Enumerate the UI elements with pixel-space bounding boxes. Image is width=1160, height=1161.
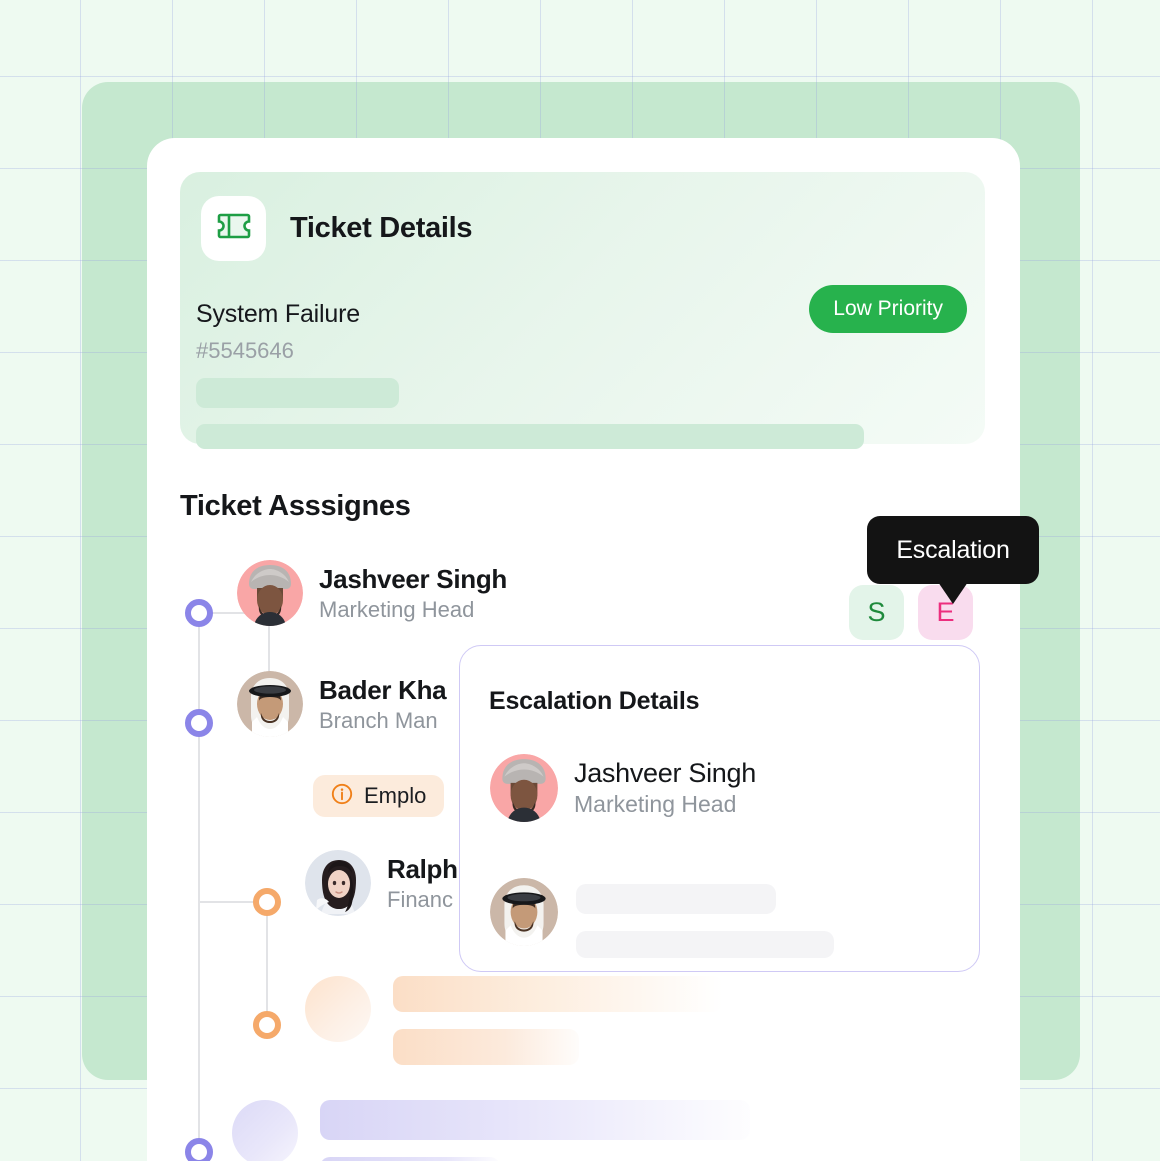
ticket-summary-block: Ticket Details System Failure #5545646 L… [180,172,985,449]
skeleton-avatar [232,1100,298,1161]
skeleton-bar [393,1029,579,1065]
ticket-skeleton-bar [196,424,864,449]
escalation-person-name: Jashveer Singh [574,758,756,788]
page-title: Ticket Details [290,212,473,244]
info-circle-icon [331,783,353,810]
skeleton-bar [320,1157,500,1161]
assignee-info: Jashveer Singh Marketing Head [319,564,507,623]
tooltip-label: Escalation [896,535,1010,564]
assignee-row[interactable]: Ralph Financ [305,850,458,916]
assignee-role: Marketing Head [319,596,475,622]
assignee-role: Financ [387,886,454,912]
skeleton-avatar [305,976,371,1042]
escalation-title: Escalation Details [489,687,700,715]
assignee-name: Ralph [387,853,458,884]
ticket-icon [217,213,251,244]
timeline-branch-rail [266,901,268,1026]
skeleton-bar [576,931,834,958]
ticket-number: #5545646 [196,338,294,363]
ticket-skeleton-bar [196,378,399,408]
tooltip-arrow-icon [938,582,968,604]
assignee-info: Bader Kha Branch Man [319,674,447,734]
timeline-node-orange[interactable] [253,888,281,916]
avatar-turban-man [237,560,303,626]
skeleton-bar [576,884,776,914]
assignee-name: Jashveer Singh [319,563,507,594]
ticket-icon-tile [201,196,266,261]
avatar-keffiyeh-man [237,671,303,737]
escalation-details-popover: Escalation Details Jashveer Singh Market… [459,645,980,972]
escalation-person-row[interactable]: Jashveer Singh Marketing Head [490,754,756,822]
priority-badge[interactable]: Low Priority [809,285,967,333]
warning-chip-label: Emplo [364,783,427,808]
avatar-woman [305,850,371,916]
employee-warning-chip[interactable]: Emplo [313,775,445,817]
timeline-node-purple[interactable] [185,1138,213,1161]
escalation-person-role: Marketing Head [574,791,737,817]
assignee-role: Branch Man [319,707,438,733]
assignees-heading: Ticket Asssignes [180,490,411,522]
skeleton-bar [393,976,723,1012]
timeline-node-purple[interactable] [185,709,213,737]
assignee-row[interactable]: Jashveer Singh Marketing Head [237,560,507,626]
timeline-main-rail [198,613,200,1161]
timeline-node-purple[interactable] [185,599,213,627]
avatar-keffiyeh-man [490,878,558,946]
avatar-turban-man [490,754,558,822]
status-badge[interactable]: S [849,585,904,640]
escalation-placeholder-row [490,878,558,946]
assignee-row[interactable]: Bader Kha Branch Man [237,671,447,737]
timeline-node-orange[interactable] [253,1011,281,1039]
page-background: Ticket Details System Failure #5545646 L… [0,0,1160,1161]
escalation-tooltip: Escalation [867,516,1039,604]
ticket-subject: System Failure [196,300,360,328]
assignee-info: Ralph Financ [387,854,458,913]
skeleton-bar [320,1100,750,1140]
escalation-person-info: Jashveer Singh Marketing Head [574,758,756,818]
assignee-name: Bader Kha [319,674,447,705]
